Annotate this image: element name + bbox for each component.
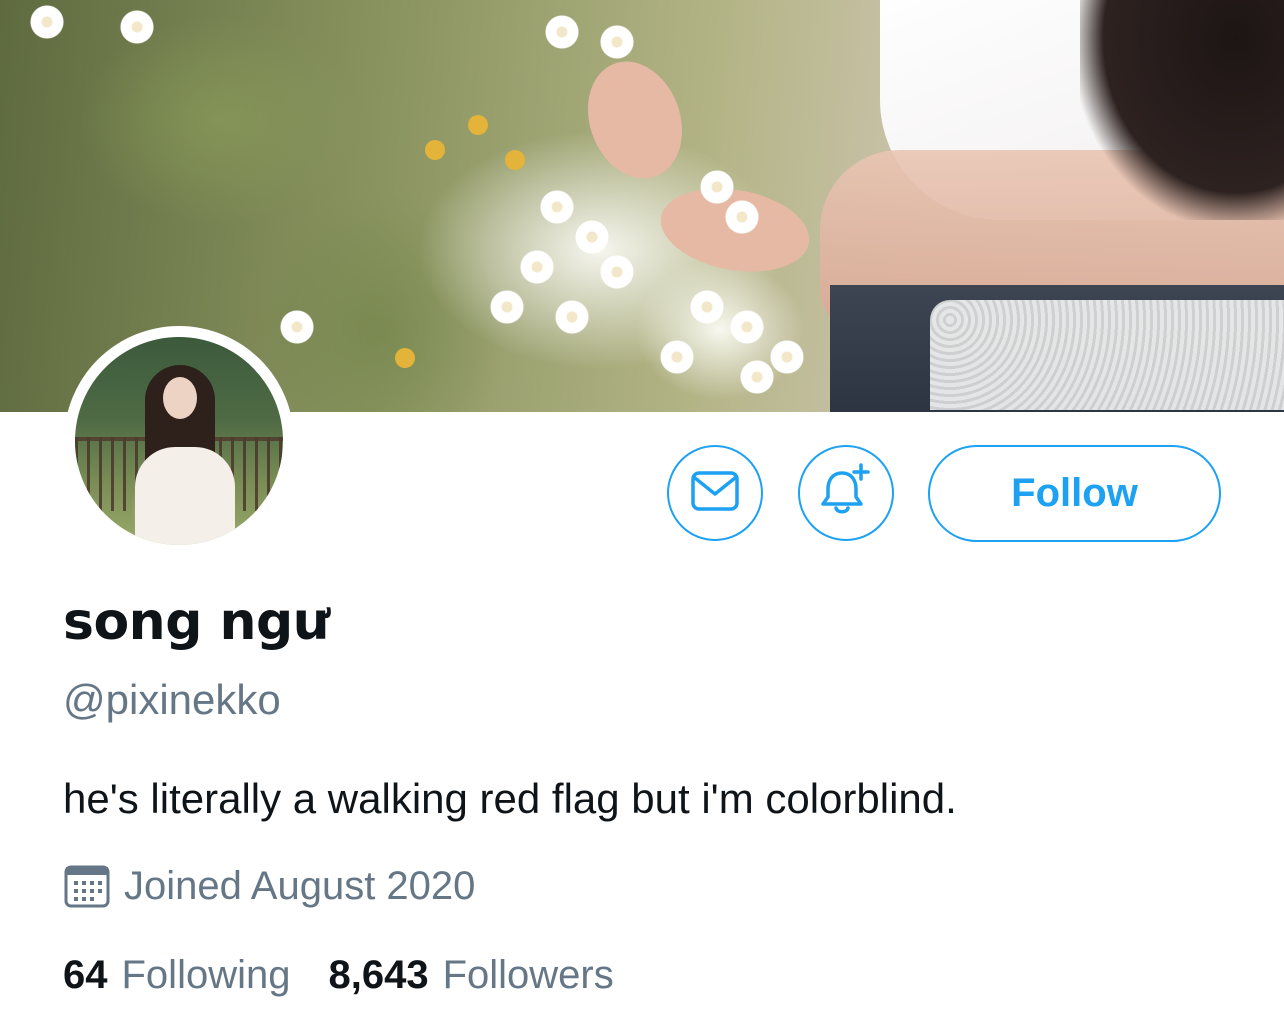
profile-bio: he's literally a walking red flag but i'… [63,775,957,822]
username-handle: @pixinekko [63,676,281,723]
banner-flower [490,290,524,324]
joined-date-text: Joined August 2020 [124,863,476,908]
banner-flower [575,220,609,254]
follow-stats: 64 Following 8,643 Followers [63,953,652,998]
calendar-icon [63,862,111,910]
banner-dandelion [468,115,488,135]
banner-flower [725,200,759,234]
joined-date-row: Joined August 2020 [63,858,475,914]
banner-flower [540,190,574,224]
profile-page: Follow song ngư @pixinekko he's literall… [0,0,1284,1035]
banner-flower [740,360,774,394]
following-count: 64 [63,953,108,997]
following-label: Following [121,953,291,997]
banner-flower [280,310,314,344]
avatar[interactable] [64,326,294,556]
display-name: song ngư [63,592,330,652]
followers-link[interactable]: 8,643 Followers [328,953,613,998]
banner-dandelion [425,140,445,160]
banner-flower [120,10,154,44]
bell-plus-icon [816,461,876,526]
following-link[interactable]: 64 Following [63,953,290,998]
avatar-dress [135,447,235,545]
follow-button[interactable]: Follow [928,445,1221,542]
banner-flower [30,5,64,39]
banner-dandelion [395,348,415,368]
avatar-face [163,377,197,419]
message-button[interactable] [667,445,763,541]
banner-flower [660,340,694,374]
avatar-photo [75,337,283,545]
followers-label: Followers [442,953,614,997]
banner-flower [690,290,724,324]
banner-flower [545,15,579,49]
banner-hair [1080,0,1284,220]
banner-flower [700,170,734,204]
banner-flower [730,310,764,344]
banner-flower [600,25,634,59]
banner-flower [600,255,634,289]
banner-hand [572,48,698,192]
envelope-icon [690,470,740,517]
banner-flower [555,300,589,334]
notifications-button[interactable] [798,445,894,541]
banner-flower [770,340,804,374]
banner-lace [930,300,1284,410]
banner-flower [520,250,554,284]
banner-dandelion [505,150,525,170]
followers-count: 8,643 [328,953,429,997]
